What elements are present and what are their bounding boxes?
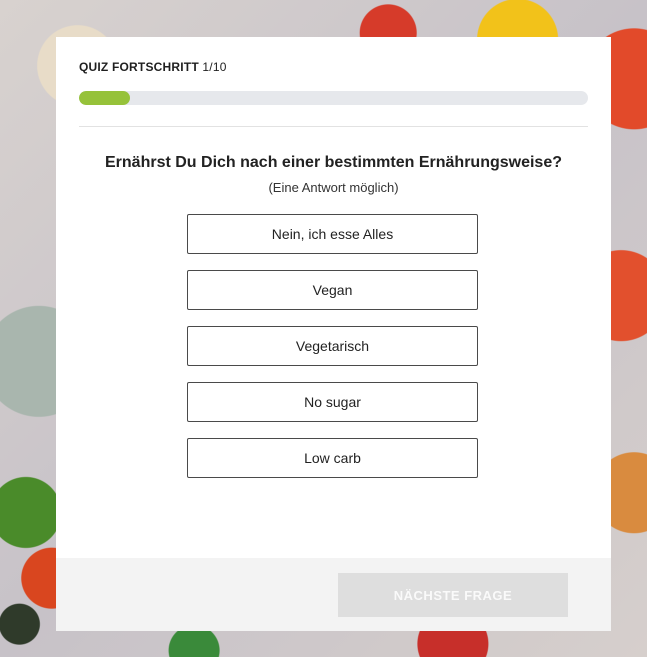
question-title: Ernährst Du Dich nach einer bestimmten E… (105, 154, 562, 171)
option-vegetarisch[interactable]: Vegetarisch (187, 326, 478, 366)
option-no-sugar[interactable]: No sugar (187, 382, 478, 422)
quiz-card: QUIZ FORTSCHRITT 1/10 Ernährst Du Dich n… (56, 37, 611, 631)
next-question-button[interactable]: NÄCHSTE FRAGE (338, 573, 568, 617)
answer-hint: (Eine Antwort möglich) (268, 180, 399, 195)
option-vegan[interactable]: Vegan (187, 270, 478, 310)
progress-label: QUIZ FORTSCHRITT 1/10 (79, 60, 227, 74)
option-nein-ich-esse-alles[interactable]: Nein, ich esse Alles (187, 214, 478, 254)
progress-title: QUIZ FORTSCHRITT (79, 60, 199, 74)
option-low-carb[interactable]: Low carb (187, 438, 478, 478)
progress-bar (79, 91, 588, 105)
progress-bar-fill (79, 91, 130, 105)
progress-count: 1/10 (202, 60, 227, 74)
divider (79, 126, 588, 127)
quiz-footer: NÄCHSTE FRAGE (56, 558, 611, 631)
